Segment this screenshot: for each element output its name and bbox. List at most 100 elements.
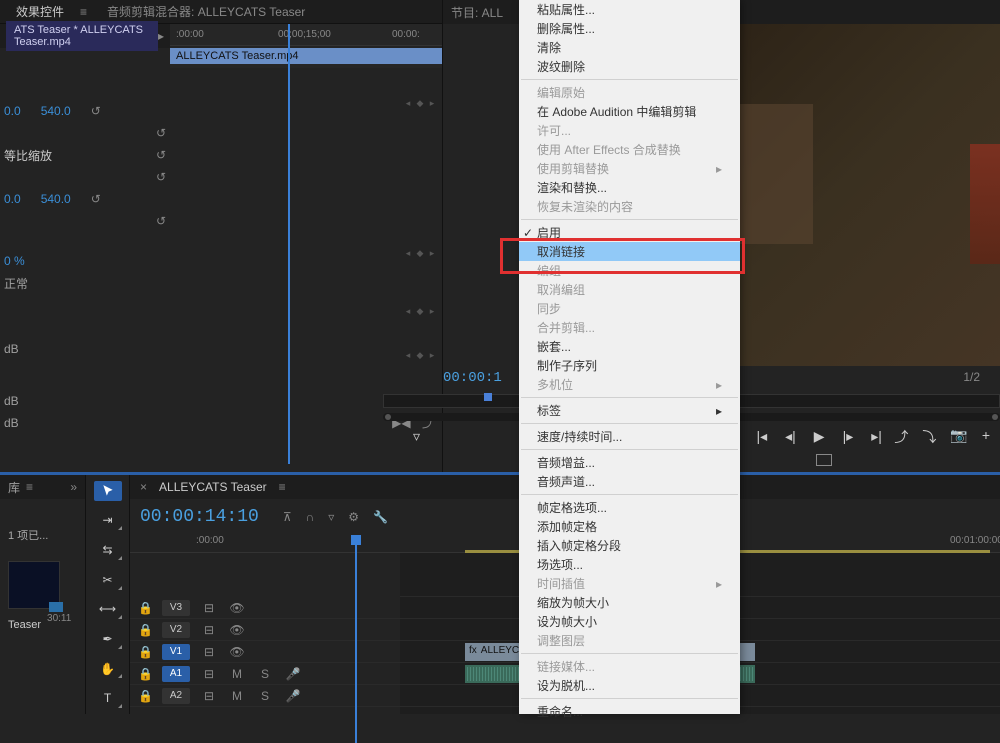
kf-prev-icon[interactable]: ◂ xyxy=(402,98,414,109)
extract-icon[interactable]: ⤵ xyxy=(922,427,936,447)
cm-scale-to-frame-size[interactable]: 缩放为帧大小 xyxy=(519,593,740,612)
track-label-a2[interactable]: A2 xyxy=(162,688,190,704)
ripple-edit-tool[interactable]: ⇆ xyxy=(94,540,122,560)
track-output-icon[interactable]: ⊟ xyxy=(200,689,218,703)
lift-icon[interactable]: ⤴ xyxy=(894,427,908,447)
anchor-y[interactable]: 540.0 xyxy=(41,192,71,206)
track-mute-icon[interactable]: M xyxy=(228,689,246,703)
kf-prev-icon[interactable]: ◂ xyxy=(402,306,414,317)
kf-prev-icon[interactable]: ◂ xyxy=(402,350,414,361)
kf-add-icon[interactable]: ◆ xyxy=(414,306,426,317)
lock-icon[interactable]: 🔒 xyxy=(138,623,152,637)
safe-margins-icon[interactable] xyxy=(816,454,832,466)
cm-edit-in-audition[interactable]: 在 Adobe Audition 中编辑剪辑 xyxy=(519,102,740,121)
track-record-icon[interactable]: 🎤 xyxy=(284,667,302,681)
source-playhead[interactable] xyxy=(288,24,290,464)
add-marker-icon[interactable]: ▿ xyxy=(413,428,420,445)
project-item-thumbnail[interactable] xyxy=(8,561,60,609)
kf-next-icon[interactable]: ▸ xyxy=(426,350,438,361)
cm-clear[interactable]: 清除 xyxy=(519,38,740,57)
program-scale[interactable]: 1/2 xyxy=(963,370,980,384)
cm-enable[interactable]: ✓启用 xyxy=(519,223,740,242)
lock-icon[interactable]: 🔒 xyxy=(138,601,152,615)
track-mute-icon[interactable]: M xyxy=(228,667,246,681)
timeline-timecode[interactable]: 00:00:14:10 xyxy=(140,507,259,527)
cm-rename[interactable]: 重命名... xyxy=(519,702,740,721)
track-visibility-icon[interactable]: 👁 xyxy=(228,623,246,637)
cm-remove-attributes[interactable]: 删除属性... xyxy=(519,19,740,38)
type-tool[interactable]: T xyxy=(94,688,122,708)
cm-unlink[interactable]: 取消链接 xyxy=(519,242,740,261)
blend-mode[interactable]: 正常 xyxy=(4,275,28,292)
project-item-name[interactable]: Teaser xyxy=(8,619,41,631)
track-solo-icon[interactable]: S xyxy=(256,689,274,703)
cm-ripple-delete[interactable]: 波纹删除 xyxy=(519,57,740,76)
reset-icon[interactable]: ↺ xyxy=(91,192,101,206)
step-back-icon[interactable]: ◂| xyxy=(785,428,796,445)
track-output-icon[interactable]: ⊟ xyxy=(200,667,218,681)
anchor-x[interactable]: 0.0 xyxy=(4,192,21,206)
reset-icon[interactable]: ↺ xyxy=(91,104,101,118)
cm-render-and-replace[interactable]: 渲染和替换... xyxy=(519,178,740,197)
cm-paste-attributes[interactable]: 粘贴属性... xyxy=(519,0,740,19)
track-label-v3[interactable]: V3 xyxy=(162,600,190,616)
cm-insert-frame-hold-segment[interactable]: 插入帧定格分段 xyxy=(519,536,740,555)
library-tab[interactable]: 库 xyxy=(8,479,20,496)
cm-frame-hold-options[interactable]: 帧定格选项... xyxy=(519,498,740,517)
go-to-in-icon[interactable]: |◂ xyxy=(756,428,767,445)
track-select-tool[interactable]: ⇥ xyxy=(94,511,122,531)
reset-icon[interactable]: ↺ xyxy=(156,148,166,162)
wrench-icon[interactable]: 🔧 xyxy=(373,510,388,524)
position-y[interactable]: 540.0 xyxy=(41,104,71,118)
panel-menu-icon[interactable]: ≡ xyxy=(26,480,33,494)
tab-close-icon[interactable]: × xyxy=(140,480,147,494)
kf-next-icon[interactable]: ▸ xyxy=(426,98,438,109)
cm-label[interactable]: 标签▸ xyxy=(519,401,740,420)
cm-audio-channels[interactable]: 音频声道... xyxy=(519,472,740,491)
track-visibility-icon[interactable]: 👁 xyxy=(228,645,246,659)
source-ruler[interactable]: :00:00 00;00;15;00 00:00: xyxy=(170,24,442,46)
play-icon[interactable]: ▶ xyxy=(814,428,825,445)
cm-add-frame-hold[interactable]: 添加帧定格 xyxy=(519,517,740,536)
cm-field-options[interactable]: 场选项... xyxy=(519,555,740,574)
sequence-tab[interactable]: ALLEYCATS Teaser xyxy=(153,477,273,497)
kf-next-icon[interactable]: ▸ xyxy=(426,248,438,259)
track-header-v3[interactable]: 🔒 V3 ⊟ 👁 xyxy=(130,597,400,619)
marker-icon[interactable]: ▿ xyxy=(328,510,334,524)
kf-prev-icon[interactable]: ◂ xyxy=(402,248,414,259)
track-label-v1[interactable]: V1 xyxy=(162,644,190,660)
panel-menu-icon[interactable]: ≡ xyxy=(279,480,286,494)
cm-make-offline[interactable]: 设为脱机... xyxy=(519,676,740,695)
snap-icon[interactable]: ⊼ xyxy=(283,510,292,524)
kf-add-icon[interactable]: ◆ xyxy=(414,98,426,109)
slip-tool[interactable]: ⟷ xyxy=(94,600,122,620)
kf-next-icon[interactable]: ▸ xyxy=(426,306,438,317)
opacity-value[interactable]: 0 % xyxy=(4,254,25,268)
kf-add-icon[interactable]: ◆ xyxy=(414,350,426,361)
go-to-out-icon[interactable]: ▸| xyxy=(871,428,882,445)
cm-audio-gain[interactable]: 音频增益... xyxy=(519,453,740,472)
hand-tool[interactable]: ✋ xyxy=(94,659,122,679)
track-record-icon[interactable]: 🎤 xyxy=(284,689,302,703)
razor-tool[interactable]: ✂ xyxy=(94,570,122,590)
track-header-v2[interactable]: 🔒 V2 ⊟ 👁 xyxy=(130,619,400,641)
lock-icon[interactable]: 🔒 xyxy=(138,645,152,659)
source-clip-tab[interactable]: ATS Teaser * ALLEYCATS Teaser.mp4 xyxy=(6,21,158,51)
selection-tool[interactable] xyxy=(94,481,122,501)
export-frame-icon[interactable]: 📷 xyxy=(950,427,967,447)
track-output-icon[interactable]: ⊟ xyxy=(200,601,218,615)
track-label-a1[interactable]: A1 xyxy=(162,666,190,682)
panel-menu-icon[interactable]: ≡ xyxy=(80,5,87,19)
program-timecode[interactable]: 00:00:1 xyxy=(443,370,502,386)
playhead-marker-icon[interactable]: ▸ xyxy=(158,29,164,43)
track-visibility-icon[interactable]: 👁 xyxy=(228,601,246,615)
scrubber-handle[interactable] xyxy=(484,393,492,401)
track-output-icon[interactable]: ⊟ xyxy=(200,623,218,637)
track-header-v1[interactable]: 🔒 V1 ⊟ 👁 xyxy=(130,641,400,663)
step-forward-icon[interactable]: |▸ xyxy=(843,428,854,445)
settings-icon[interactable]: ⚙ xyxy=(348,510,359,524)
source-clip-bar[interactable]: ALLEYCATS Teaser.mp4 xyxy=(170,48,442,64)
pen-tool[interactable]: ✒ xyxy=(94,629,122,649)
track-header-a2[interactable]: 🔒 A2 ⊟ M S 🎤 xyxy=(130,685,400,707)
lock-icon[interactable]: 🔒 xyxy=(138,667,152,681)
